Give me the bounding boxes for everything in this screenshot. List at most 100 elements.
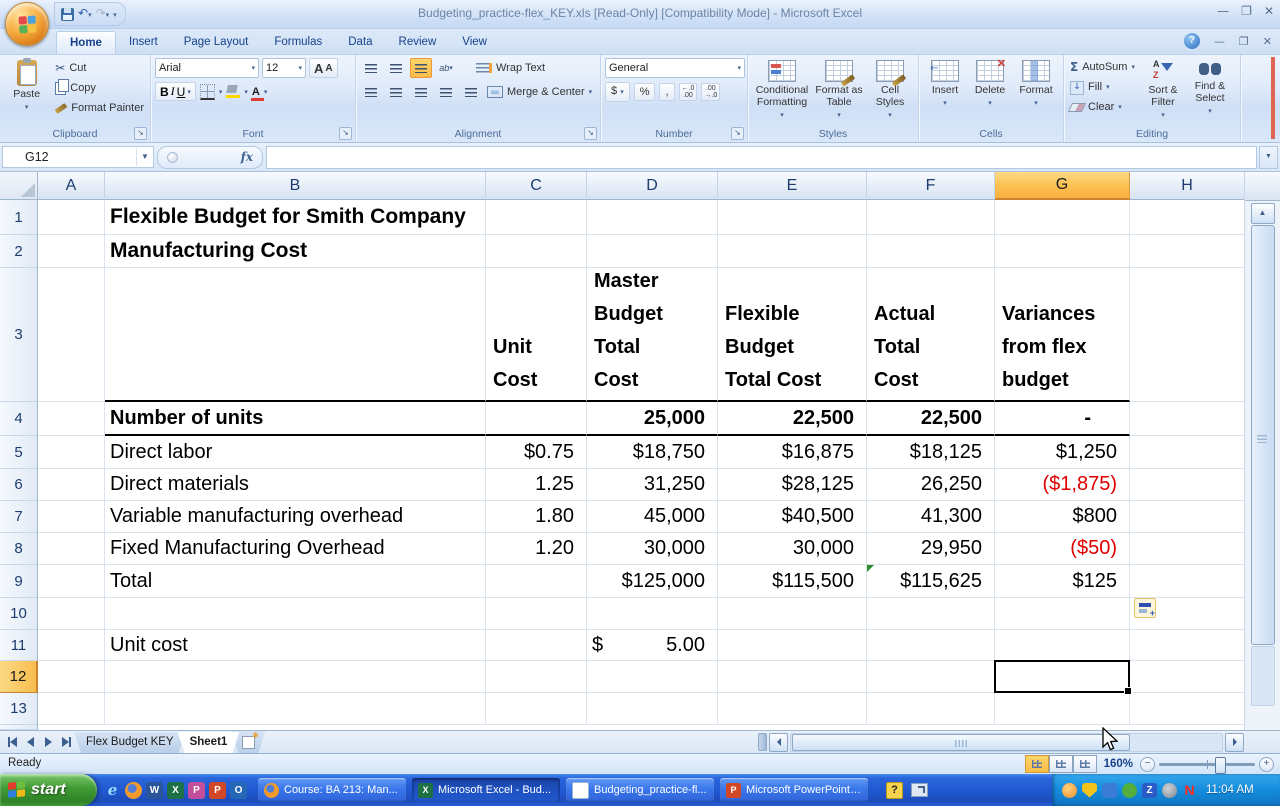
- row-header-2[interactable]: 2: [0, 235, 38, 268]
- cell-F7[interactable]: 41,300: [867, 501, 995, 533]
- cell-D9[interactable]: $125,000: [587, 565, 718, 598]
- cell-D6[interactable]: 31,250: [587, 469, 718, 501]
- alignment-dialog-launcher[interactable]: ↘: [584, 127, 597, 140]
- top-align-button[interactable]: [360, 58, 382, 78]
- bottom-align-button[interactable]: [410, 58, 432, 78]
- cell-D10[interactable]: [587, 598, 718, 630]
- cell-H12[interactable]: [1130, 661, 1245, 693]
- cell-C7[interactable]: 1.80: [486, 501, 587, 533]
- fill-color-button[interactable]: [226, 85, 241, 98]
- cell-B13[interactable]: [105, 693, 486, 725]
- cell-C1[interactable]: [486, 200, 587, 235]
- cell-F6[interactable]: 26,250: [867, 469, 995, 501]
- column-header-B[interactable]: B: [105, 172, 486, 200]
- orientation-button[interactable]: ab ▾: [435, 58, 457, 78]
- cell-A3[interactable]: [38, 268, 105, 402]
- sheet-tab-flex-budget-key[interactable]: Flex Budget KEY: [74, 732, 186, 753]
- cell-E6[interactable]: $28,125: [718, 469, 867, 501]
- cell-F10[interactable]: [867, 598, 995, 630]
- comma-style-button[interactable]: ,: [659, 83, 675, 101]
- middle-align-button[interactable]: [385, 58, 407, 78]
- row-header-6[interactable]: 6: [0, 469, 38, 501]
- ribbon-tab-insert[interactable]: Insert: [116, 31, 171, 53]
- cell-E5[interactable]: $16,875: [718, 436, 867, 469]
- cell-C6[interactable]: 1.25: [486, 469, 587, 501]
- cell-B10[interactable]: [105, 598, 486, 630]
- cell-F9[interactable]: $115,625: [867, 565, 995, 598]
- scroll-up-icon[interactable]: ▲: [1250, 203, 1275, 224]
- font-family-select[interactable]: Arial ▾: [155, 58, 259, 78]
- column-header-A[interactable]: A: [38, 172, 105, 200]
- cell-C12[interactable]: [486, 661, 587, 693]
- cell-F13[interactable]: [867, 693, 995, 725]
- accounting-format-button[interactable]: $ ▾: [605, 82, 630, 102]
- cell-E9[interactable]: $115,500: [718, 565, 867, 598]
- taskbar-task-document[interactable]: Budgeting_practice-fl...: [566, 778, 714, 802]
- insert-function-button[interactable]: fx: [157, 145, 263, 169]
- cut-button[interactable]: ✂ Cut: [53, 60, 146, 77]
- cell-G10[interactable]: [995, 598, 1130, 630]
- taskbar-task-firefox[interactable]: Course: BA 213: Man...: [258, 778, 406, 802]
- antivirus-icon[interactable]: [1122, 782, 1137, 798]
- cell-A6[interactable]: [38, 469, 105, 501]
- font-dialog-launcher[interactable]: ↘: [339, 127, 352, 140]
- cell-G6[interactable]: ($1,875): [995, 469, 1130, 501]
- row-header-10[interactable]: 10: [0, 598, 38, 630]
- page-layout-view-button[interactable]: [1048, 755, 1073, 773]
- cell-B2[interactable]: Manufacturing Cost: [105, 235, 486, 268]
- cell-E7[interactable]: $40,500: [718, 501, 867, 533]
- vertical-scrollbar[interactable]: ▲: [1244, 172, 1280, 730]
- close-icon[interactable]: ✕: [1264, 4, 1274, 18]
- messenger-icon[interactable]: [1062, 782, 1077, 798]
- cell-B5[interactable]: Direct labor: [105, 436, 486, 469]
- restore-icon[interactable]: ❐: [1241, 4, 1252, 18]
- cell-A13[interactable]: [38, 693, 105, 725]
- zone-icon[interactable]: Z: [1142, 782, 1157, 798]
- cell-C10[interactable]: [486, 598, 587, 630]
- cell-H4[interactable]: [1130, 402, 1245, 436]
- cell-E4[interactable]: 22,500: [718, 402, 867, 436]
- cell-B9[interactable]: Total: [105, 565, 486, 598]
- fill-button[interactable]: ↓ Fill ▾: [1068, 79, 1137, 96]
- find-select-button[interactable]: Find & Select ▾: [1189, 58, 1231, 126]
- column-header-H[interactable]: H: [1130, 172, 1245, 200]
- zoom-in-icon[interactable]: +: [1259, 756, 1274, 772]
- cell-A1[interactable]: [38, 200, 105, 235]
- clear-button[interactable]: Clear ▾: [1067, 99, 1137, 116]
- ribbon-tab-review[interactable]: Review: [386, 31, 450, 53]
- horizontal-scroll-thumb[interactable]: [792, 733, 1131, 751]
- font-color-button[interactable]: A: [250, 86, 264, 101]
- merge-center-button[interactable]: Merge & Center ▾: [485, 84, 594, 101]
- cell-A12[interactable]: [38, 661, 105, 693]
- format-painter-button[interactable]: Format Painter: [53, 100, 146, 117]
- help-icon[interactable]: ?: [1183, 33, 1200, 49]
- cell-H9[interactable]: [1130, 565, 1245, 598]
- powerpoint-icon[interactable]: P: [209, 781, 226, 799]
- percent-style-button[interactable]: %: [633, 83, 656, 101]
- cell-D8[interactable]: 30,000: [587, 533, 718, 565]
- row-header-5[interactable]: 5: [0, 436, 38, 469]
- row-header-13[interactable]: 13: [0, 693, 38, 725]
- row-header-1[interactable]: 1: [0, 200, 38, 235]
- cell-G1[interactable]: [995, 200, 1130, 235]
- zoom-thumb[interactable]: [1214, 756, 1226, 774]
- delete-cells-button[interactable]: Delete▾: [969, 58, 1011, 126]
- start-button[interactable]: start: [0, 774, 97, 806]
- cell-C8[interactable]: 1.20: [486, 533, 587, 565]
- paste-button[interactable]: Paste ▾: [4, 58, 49, 126]
- clipboard-dialog-launcher[interactable]: ↘: [134, 127, 147, 140]
- shrink-font-button[interactable]: A: [325, 63, 332, 74]
- cell-C3[interactable]: Unit Cost: [486, 268, 587, 402]
- align-center-button[interactable]: [385, 82, 407, 102]
- row-header-3[interactable]: 3: [0, 268, 38, 402]
- column-header-C[interactable]: C: [486, 172, 587, 200]
- cell-E2[interactable]: [718, 235, 867, 268]
- cell-A4[interactable]: [38, 402, 105, 436]
- undo-button[interactable]: ↶▾: [78, 3, 92, 25]
- cell-A9[interactable]: [38, 565, 105, 598]
- increase-indent-button[interactable]: [460, 82, 482, 102]
- ribbon-tab-data[interactable]: Data: [335, 31, 385, 53]
- norton-icon[interactable]: N: [1182, 782, 1197, 798]
- decrease-indent-button[interactable]: [435, 82, 457, 102]
- cell-E12[interactable]: [718, 661, 867, 693]
